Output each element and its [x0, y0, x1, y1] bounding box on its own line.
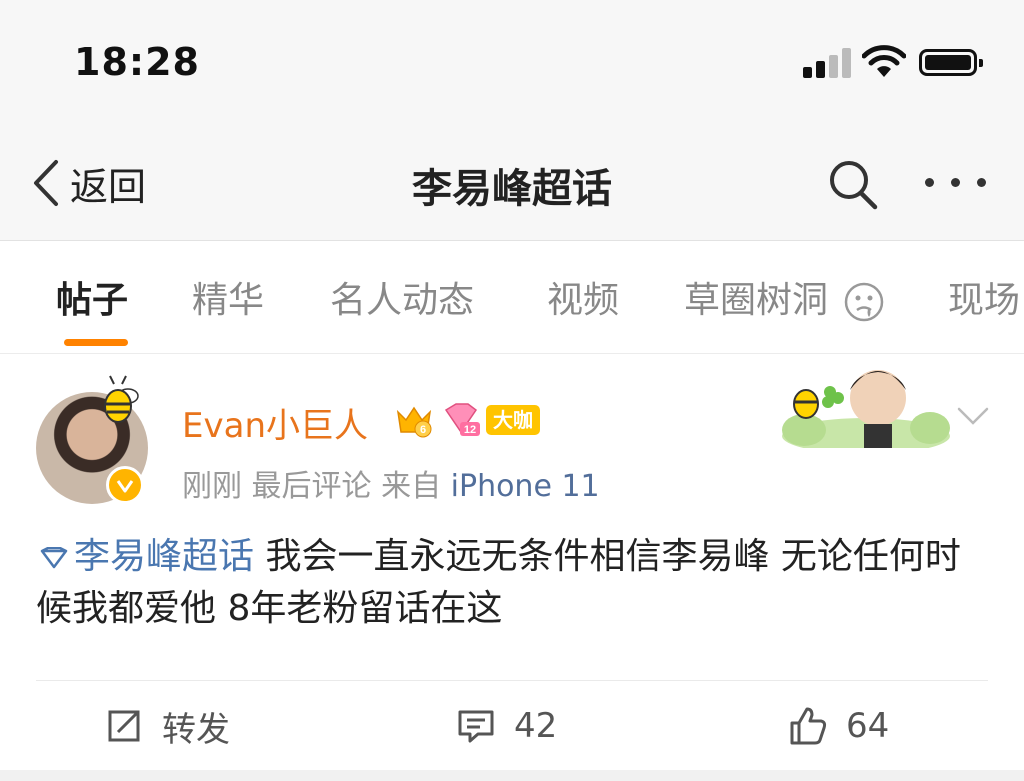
search-icon[interactable]	[825, 156, 881, 212]
super-topic-icon	[40, 547, 68, 569]
chevron-down-icon[interactable]	[956, 404, 990, 428]
tab-celebrity-updates[interactable]: 名人动态	[330, 271, 474, 323]
source-prefix: 来自	[381, 469, 442, 504]
post-time: 刚刚	[182, 469, 242, 504]
post-source: iPhone 11	[450, 469, 600, 504]
repost-icon	[108, 710, 140, 742]
tab-bar: 帖子 精华 名人动态 视频 草圈树洞 现场	[0, 241, 1024, 354]
topic-label: 李易峰超话	[74, 536, 255, 577]
tab-posts[interactable]: 帖子	[56, 271, 128, 323]
like-button[interactable]: 64	[788, 700, 889, 752]
more-options-icon[interactable]	[925, 172, 987, 192]
tab-treehole-label: 草圈树洞	[684, 280, 829, 321]
tab-featured[interactable]: 精华	[192, 271, 264, 323]
topic-link[interactable]: 李易峰超话	[36, 536, 254, 577]
post-meta: 刚刚 最后评论 来自 iPhone 11	[182, 461, 600, 505]
post-activity: 最后评论	[251, 469, 372, 504]
svg-text:6: 6	[420, 424, 426, 436]
repost-button[interactable]: 转发	[104, 700, 230, 752]
status-time: 18:28	[74, 40, 200, 84]
tab-treehole[interactable]: 草圈树洞	[684, 271, 885, 323]
comment-count: 42	[514, 706, 558, 746]
username[interactable]: Evan小巨人	[182, 398, 368, 447]
bee-icon	[104, 375, 139, 423]
gem-level-icon: 12	[444, 403, 480, 436]
bee-and-star-decoration-icon	[782, 370, 950, 448]
emoji-icon	[845, 282, 884, 322]
tab-videos[interactable]: 视频	[547, 271, 619, 323]
navigation-bar: 返回 李易峰超话	[0, 120, 1024, 241]
comment-icon	[458, 710, 494, 743]
repost-label: 转发	[162, 709, 230, 750]
crown-level-icon: 6	[396, 406, 432, 438]
comment-button[interactable]: 42	[456, 700, 557, 752]
active-tab-indicator	[64, 339, 128, 346]
verified-badge-icon	[106, 466, 144, 504]
tab-live[interactable]: 现场	[948, 271, 1020, 323]
thumbs-up-icon	[790, 707, 827, 745]
battery-icon	[919, 49, 983, 76]
svg-text:12: 12	[464, 424, 476, 436]
section-separator	[0, 770, 1024, 781]
divider	[36, 680, 988, 681]
status-bar: 18:28	[0, 0, 1024, 120]
post-content: 李易峰超话 我会一直永远无条件相信李易峰 无论任何时候我都爱他 8年老粉留话在这	[36, 531, 996, 635]
cellular-signal-icon	[803, 48, 851, 78]
vip-tag-badge: 大咖	[486, 405, 540, 435]
wifi-icon	[862, 45, 906, 77]
like-count: 64	[846, 706, 890, 746]
